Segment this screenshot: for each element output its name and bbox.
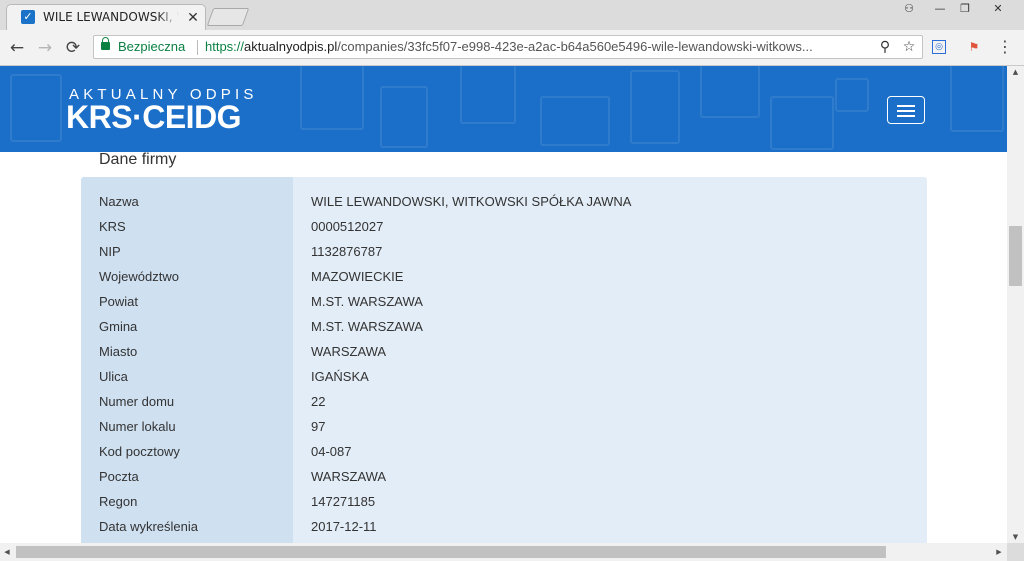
detail-row: Ulica IGAŃSKA	[81, 365, 927, 390]
detail-value: IGAŃSKA	[311, 369, 369, 384]
site-header: AKTUALNY ODPIS KRS·CEIDG	[0, 66, 1007, 152]
detail-value: M.ST. WARSZAWA	[311, 319, 423, 334]
detail-value: WARSZAWA	[311, 469, 387, 484]
hamburger-bar	[897, 105, 915, 107]
detail-value: 04-087	[311, 444, 352, 459]
detail-label: Kod pocztowy	[99, 444, 180, 459]
detail-label: Regon	[99, 494, 138, 509]
detail-label: Nazwa	[99, 194, 139, 209]
detail-row: Kod pocztowy 04-087	[81, 440, 927, 465]
url-text[interactable]: https://aktualnyodpis.pl/companies/33fc5…	[205, 39, 865, 54]
detail-row: Data wykreślenia 2017-12-11	[81, 515, 927, 540]
reload-icon[interactable]: ⟳	[62, 37, 84, 59]
detail-label: Miasto	[99, 344, 138, 359]
detail-label: Data wykreślenia	[99, 519, 198, 534]
extension-flag-icon[interactable]: ⚑	[965, 38, 983, 56]
detail-row: Województwo MAZOWIECKIE	[81, 265, 927, 290]
scroll-left-icon[interactable]: ◀	[0, 543, 14, 561]
detail-value: WARSZAWA	[311, 344, 387, 359]
site-logo[interactable]: KRS·CEIDG	[66, 99, 242, 136]
extension-icon[interactable]: ◎	[932, 40, 946, 54]
detail-value: 0000512027	[311, 219, 384, 234]
detail-label: Poczta	[99, 469, 139, 484]
decor-envelope-icon	[540, 96, 610, 146]
scroll-right-icon[interactable]: ▶	[992, 543, 1006, 561]
detail-label: Ulica	[99, 369, 128, 384]
vertical-scrollbar[interactable]: ▲ ▼	[1007, 66, 1024, 543]
detail-label: Numer lokalu	[99, 419, 176, 434]
tab-title: WILE LEWANDOWSKI, WITKOWSKI SPÓŁKA JAWNA	[43, 10, 179, 24]
decor-document-icon	[460, 66, 516, 124]
decor-document-icon	[380, 86, 428, 148]
decor-document-icon	[300, 66, 364, 130]
url-path: /companies/33fc5f07-e998-423e-a2ac-b64a5…	[337, 39, 813, 54]
browser-toolbar: ← → ⟳ Bezpieczna https://aktualnyodpis.p…	[0, 30, 1024, 66]
detail-row: NIP 1132876787	[81, 240, 927, 265]
decor-document-icon	[770, 96, 834, 150]
restore-icon[interactable]: ❐	[951, 0, 979, 18]
detail-row: Numer lokalu 97	[81, 415, 927, 440]
scroll-up-icon[interactable]: ▲	[1007, 66, 1024, 78]
lock-icon[interactable]	[101, 37, 110, 50]
url-scheme: https://	[205, 39, 245, 54]
url-host: aktualnyodpis.pl	[244, 39, 338, 54]
section-title: Dane firmy	[99, 151, 177, 168]
detail-row: Poczta WARSZAWA	[81, 465, 927, 490]
detail-row: Regon 147271185	[81, 490, 927, 515]
detail-row: Nazwa WILE LEWANDOWSKI, WITKOWSKI SPÓŁKA …	[81, 190, 927, 215]
detail-value: 1132876787	[311, 244, 383, 259]
secure-label[interactable]: Bezpieczna	[118, 39, 185, 54]
detail-row: KRS 0000512027	[81, 215, 927, 240]
detail-label: KRS	[99, 219, 126, 234]
detail-value: 97	[311, 419, 326, 434]
detail-row: Numer domu 22	[81, 390, 927, 415]
detail-row: Miasto WARSZAWA	[81, 340, 927, 365]
detail-label: Numer domu	[99, 394, 175, 409]
horizontal-scroll-thumb[interactable]	[16, 546, 886, 558]
company-details-panel: Nazwa WILE LEWANDOWSKI, WITKOWSKI SPÓŁKA …	[81, 177, 927, 543]
vertical-scroll-thumb[interactable]	[1009, 226, 1022, 286]
zoom-icon[interactable]: ⚲	[876, 38, 894, 56]
check-icon: ✓	[21, 10, 35, 24]
menu-toggle-button[interactable]	[887, 96, 925, 124]
detail-value: M.ST. WARSZAWA	[311, 294, 423, 309]
close-icon[interactable]: ✕	[185, 9, 201, 25]
detail-value: 22	[311, 394, 326, 409]
address-bar[interactable]: Bezpieczna https://aktualnyodpis.pl/comp…	[93, 35, 923, 59]
decor-document-icon	[835, 78, 869, 112]
detail-value: MAZOWIECKIE	[311, 269, 404, 284]
profile-icon[interactable]: ⚇	[895, 0, 923, 18]
detail-label: NIP	[99, 244, 121, 259]
window-close-icon[interactable]: ✕	[984, 0, 1012, 18]
detail-label: Województwo	[99, 269, 179, 284]
detail-value: WILE LEWANDOWSKI, WITKOWSKI SPÓŁKA JAWNA	[311, 194, 632, 209]
detail-value: 2017-12-11	[311, 519, 377, 534]
decor-document-icon	[950, 66, 1004, 132]
page-viewport: AKTUALNY ODPIS KRS·CEIDG Dane firmy Nazw…	[0, 66, 1007, 543]
scrollbar-corner	[1007, 543, 1024, 561]
decor-document-icon	[630, 70, 680, 144]
detail-label: Powiat	[99, 294, 139, 309]
menu-icon[interactable]: ⋮	[996, 38, 1014, 56]
back-icon[interactable]: ←	[6, 37, 28, 59]
hamburger-bar	[897, 115, 915, 117]
forward-icon[interactable]: →	[34, 37, 56, 59]
bookmark-star-icon[interactable]: ☆	[900, 38, 918, 56]
tab-strip: ✓ WILE LEWANDOWSKI, WITKOWSKI SPÓŁKA JAW…	[0, 0, 1024, 30]
detail-label: Gmina	[99, 319, 138, 334]
omnibox-divider	[197, 40, 198, 55]
browser-tab[interactable]: ✓ WILE LEWANDOWSKI, WITKOWSKI SPÓŁKA JAW…	[6, 4, 206, 30]
decor-document-icon	[10, 74, 62, 142]
detail-row: Gmina M.ST. WARSZAWA	[81, 315, 927, 340]
decor-document-icon	[700, 66, 760, 118]
detail-value: 147271185	[311, 494, 376, 509]
scroll-down-icon[interactable]: ▼	[1007, 531, 1024, 543]
hamburger-bar	[897, 110, 915, 112]
horizontal-scrollbar[interactable]: ◀ ▶	[0, 543, 1007, 561]
detail-row: Powiat M.ST. WARSZAWA	[81, 290, 927, 315]
minimize-icon[interactable]: —	[926, 0, 954, 18]
new-tab-button[interactable]	[206, 8, 250, 26]
